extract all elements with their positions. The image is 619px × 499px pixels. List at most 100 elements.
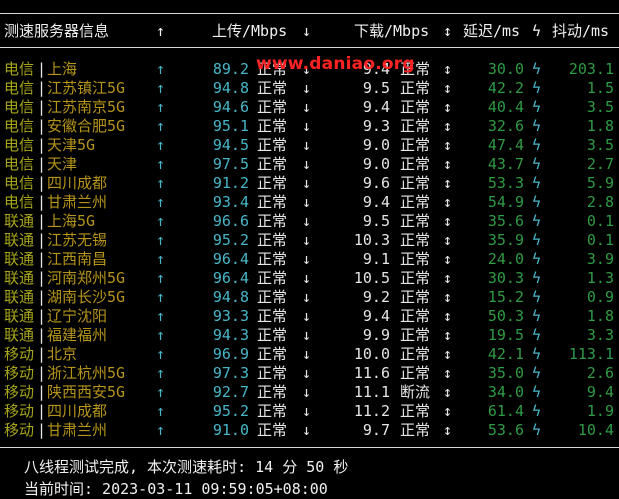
download-status: 正常: [400, 307, 431, 325]
jitter-value: 5.9: [586, 174, 614, 192]
down-arrow-icon: ↓: [302, 193, 312, 211]
down-arrow-icon: ↓: [302, 326, 312, 344]
isp-name: 电信: [4, 98, 35, 116]
column-separator: |: [37, 288, 47, 306]
latency-value: 30.0: [487, 60, 524, 78]
column-separator: |: [37, 79, 47, 97]
upload-value: 97.5: [212, 155, 249, 173]
column-separator: |: [37, 155, 47, 173]
download-value: 11.2: [353, 402, 390, 420]
download-value: 9.4: [362, 307, 390, 325]
download-value: 9.4: [362, 98, 390, 116]
city-name: 浙江杭州5G: [47, 364, 126, 382]
up-arrow-icon: ↑: [156, 193, 166, 211]
latency-value: 50.3: [487, 307, 524, 325]
upload-value: 93.3: [212, 307, 249, 325]
isp-name: 联通: [4, 231, 35, 249]
upload-value: 91.2: [212, 174, 249, 192]
column-separator: |: [37, 174, 47, 192]
city-name: 甘肃兰州: [47, 421, 108, 439]
bolt-icon: ϟ: [532, 193, 542, 211]
up-arrow-icon: ↑: [156, 421, 166, 439]
jitter-value: 1.8: [586, 307, 614, 325]
download-status: 正常: [400, 155, 431, 173]
updown-arrow-icon: ↕: [443, 231, 453, 249]
isp-name: 移动: [4, 402, 35, 420]
up-arrow-icon: ↑: [156, 307, 166, 325]
bolt-icon: ϟ: [532, 174, 542, 192]
jitter-value: 0.1: [586, 212, 614, 230]
isp-name: 联通: [4, 307, 35, 325]
city-name: 甘肃兰州: [47, 193, 108, 211]
download-value: 9.6: [362, 174, 390, 192]
header-down-arrow-icon: ↓: [302, 22, 312, 40]
jitter-value: 2.8: [586, 193, 614, 211]
city-name: 江苏无锡: [47, 231, 108, 249]
download-value: 9.0: [362, 136, 390, 154]
updown-arrow-icon: ↕: [443, 402, 453, 420]
download-value: 10.3: [353, 231, 390, 249]
column-separator: |: [37, 326, 47, 344]
up-arrow-icon: ↑: [156, 364, 166, 382]
column-separator: |: [37, 364, 47, 382]
upload-status: 正常: [257, 212, 288, 230]
down-arrow-icon: ↓: [302, 269, 312, 287]
down-arrow-icon: ↓: [302, 402, 312, 420]
up-arrow-icon: ↑: [156, 136, 166, 154]
bolt-icon: ϟ: [532, 231, 542, 249]
bolt-icon: ϟ: [532, 60, 542, 78]
city-name: 江苏南京5G: [47, 98, 126, 116]
updown-arrow-icon: ↕: [443, 364, 453, 382]
upload-status: 正常: [257, 231, 288, 249]
upload-value: 97.3: [212, 364, 249, 382]
isp-name: 电信: [4, 155, 35, 173]
download-status: 正常: [400, 269, 431, 287]
column-separator: |: [37, 307, 47, 325]
bolt-icon: ϟ: [532, 383, 542, 401]
isp-name: 电信: [4, 174, 35, 192]
latency-value: 43.7: [487, 155, 524, 173]
upload-value: 94.5: [212, 136, 249, 154]
bolt-icon: ϟ: [532, 326, 542, 344]
download-status: 正常: [400, 345, 431, 363]
city-name: 四川成都: [47, 174, 108, 192]
up-arrow-icon: ↑: [156, 383, 166, 401]
download-value: 9.9: [362, 326, 390, 344]
latency-value: 24.0: [487, 250, 524, 268]
city-name: 河南郑州5G: [47, 269, 126, 287]
jitter-value: 2.6: [586, 364, 614, 382]
latency-value: 53.3: [487, 174, 524, 192]
isp-name: 移动: [4, 345, 35, 363]
upload-status: 正常: [257, 250, 288, 268]
download-status: 正常: [400, 117, 431, 135]
header-server-info: 测速服务器信息: [4, 22, 110, 40]
up-arrow-icon: ↑: [156, 174, 166, 192]
column-separator: |: [37, 98, 47, 116]
up-arrow-icon: ↑: [156, 212, 166, 230]
bolt-icon: ϟ: [532, 212, 542, 230]
jitter-value: 9.4: [586, 383, 614, 401]
header-download: 下载/Mbps: [354, 22, 430, 40]
up-arrow-icon: ↑: [156, 345, 166, 363]
download-value: 10.5: [353, 269, 390, 287]
updown-arrow-icon: ↕: [443, 117, 453, 135]
upload-status: 正常: [257, 117, 288, 135]
download-status: 正常: [400, 421, 431, 439]
updown-arrow-icon: ↕: [443, 383, 453, 401]
down-arrow-icon: ↓: [302, 79, 312, 97]
city-name: 天津5G: [47, 136, 96, 154]
updown-arrow-icon: ↕: [443, 250, 453, 268]
jitter-value: 3.5: [586, 136, 614, 154]
column-separator: |: [37, 212, 47, 230]
upload-value: 89.2: [212, 60, 249, 78]
upload-value: 92.7: [212, 383, 249, 401]
header-latency: 延迟/ms: [463, 22, 521, 40]
isp-name: 移动: [4, 421, 35, 439]
up-arrow-icon: ↑: [156, 269, 166, 287]
download-status: 正常: [400, 364, 431, 382]
download-value: 11.6: [353, 364, 390, 382]
up-arrow-icon: ↑: [156, 326, 166, 344]
bolt-icon: ϟ: [532, 402, 542, 420]
latency-value: 54.9: [487, 193, 524, 211]
header-up-arrow-icon: ↑: [156, 22, 166, 40]
